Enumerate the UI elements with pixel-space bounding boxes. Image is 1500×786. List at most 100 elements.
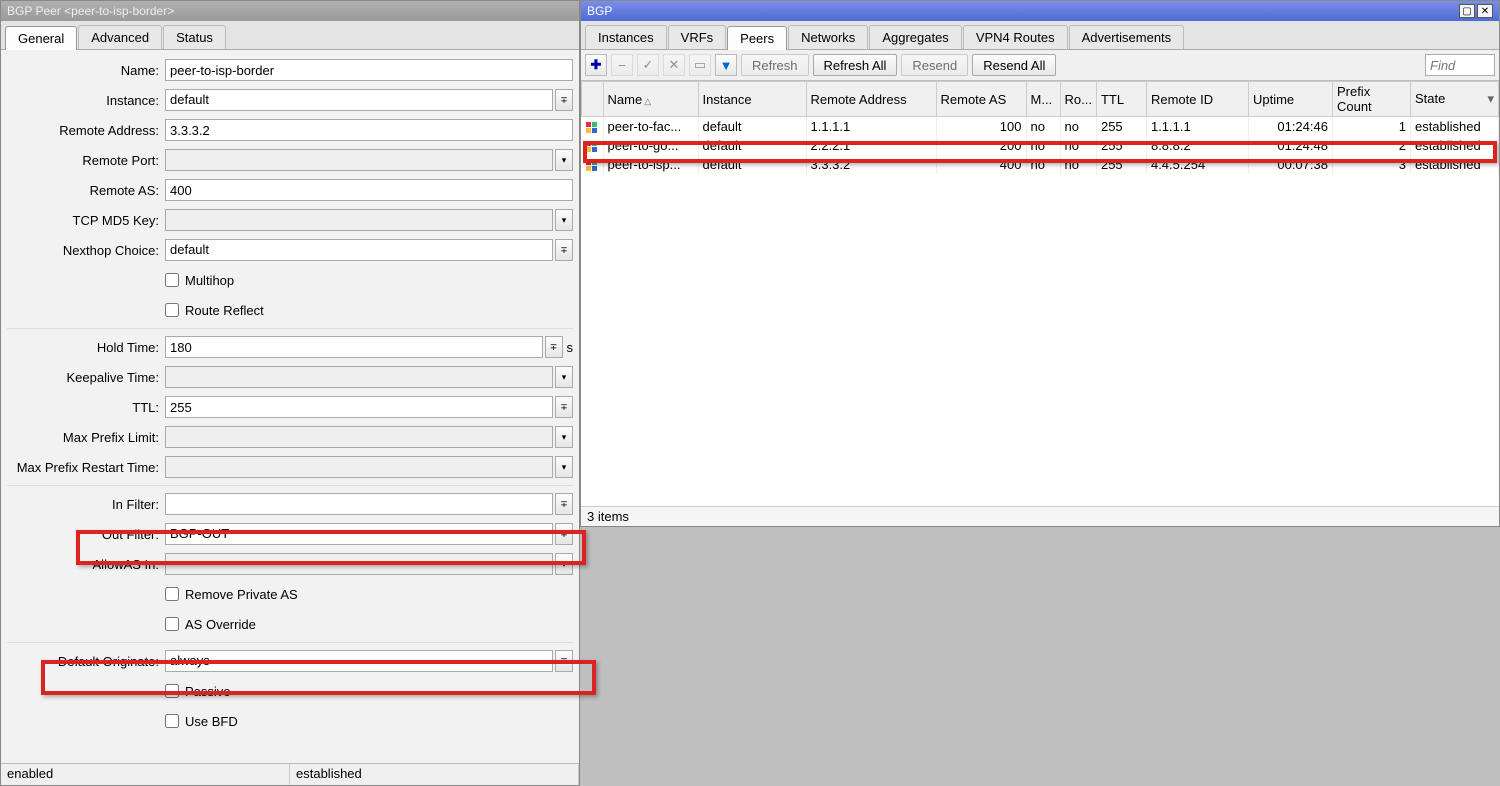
refresh-all-button[interactable]: Refresh All — [813, 54, 898, 76]
cell-instance: default — [698, 155, 806, 174]
tcp-md5-dropdown-icon[interactable]: ▾ — [555, 209, 573, 231]
cell-remote-as: 100 — [936, 117, 1026, 137]
divider — [7, 328, 573, 329]
tab-advanced[interactable]: Advanced — [78, 25, 162, 49]
cell-remote-addr: 1.1.1.1 — [806, 117, 936, 137]
tab-peers[interactable]: Peers — [727, 26, 787, 50]
hold-time-dropdown-icon[interactable]: ∓ — [545, 336, 563, 358]
col-remote-as[interactable]: Remote AS — [936, 82, 1026, 117]
col-instance[interactable]: Instance — [698, 82, 806, 117]
col-multihop[interactable]: M... — [1026, 82, 1060, 117]
peer-icon — [586, 160, 597, 171]
route-reflect-checkbox[interactable] — [165, 303, 179, 317]
peer-dialog-title: BGP Peer <peer-to-isp-border> — [7, 4, 174, 18]
passive-checkbox[interactable] — [165, 684, 179, 698]
ttl-input[interactable] — [165, 396, 553, 418]
multihop-checkbox[interactable] — [165, 273, 179, 287]
find-input[interactable] — [1425, 54, 1495, 76]
max-prefix-dropdown-icon[interactable]: ▾ — [555, 426, 573, 448]
allowas-input[interactable] — [165, 553, 553, 575]
peer-status-bar: enabled established — [1, 763, 579, 785]
tab-aggregates[interactable]: Aggregates — [869, 25, 962, 49]
cell-name: peer-to-isp... — [603, 155, 698, 174]
use-bfd-checkbox[interactable] — [165, 714, 179, 728]
table-row[interactable]: peer-to-go...default2.2.2.1200nono2558.8… — [582, 136, 1499, 155]
cell-prefix-count: 2 — [1332, 136, 1410, 155]
instance-select[interactable]: default — [165, 89, 553, 111]
out-filter-dropdown-icon[interactable]: ∓ — [555, 523, 573, 545]
tab-vpn4-routes[interactable]: VPN4 Routes — [963, 25, 1068, 49]
resend-button[interactable]: Resend — [901, 54, 968, 76]
passive-label: Passive — [185, 684, 231, 699]
remove-private-checkbox[interactable] — [165, 587, 179, 601]
allowas-dropdown-icon[interactable]: ▾ — [555, 553, 573, 575]
remote-port-input[interactable] — [165, 149, 553, 171]
column-menu-icon[interactable]: ▾ — [1487, 91, 1494, 107]
col-prefix-count[interactable]: Prefix Count — [1332, 82, 1410, 117]
close-button[interactable]: ✕ — [1477, 4, 1493, 18]
keepalive-dropdown-icon[interactable]: ▾ — [555, 366, 573, 388]
maximize-button[interactable]: ▢ — [1459, 4, 1475, 18]
as-override-checkbox[interactable] — [165, 617, 179, 631]
remove-button[interactable]: − — [611, 54, 633, 76]
col-ttl[interactable]: TTL — [1096, 82, 1146, 117]
out-filter-select[interactable]: BGP-OUT — [165, 523, 553, 545]
tab-general[interactable]: General — [5, 26, 77, 50]
bgp-titlebar[interactable]: BGP ▢ ✕ — [581, 1, 1499, 21]
col-uptime[interactable]: Uptime — [1248, 82, 1332, 117]
remote-port-dropdown-icon[interactable]: ▾ — [555, 149, 573, 171]
name-input[interactable] — [165, 59, 573, 81]
cell-multihop: no — [1026, 155, 1060, 174]
divider — [7, 642, 573, 643]
col-state[interactable]: State ▾ — [1410, 82, 1498, 117]
filter-icon[interactable]: ▼ — [715, 54, 737, 76]
max-prefix-restart-input[interactable] — [165, 456, 553, 478]
use-bfd-label: Use BFD — [185, 714, 238, 729]
comment-button[interactable]: ▭ — [689, 54, 711, 76]
remote-as-label: Remote AS: — [7, 183, 165, 198]
cell-ttl: 255 — [1096, 136, 1146, 155]
peer-dialog-titlebar[interactable]: BGP Peer <peer-to-isp-border> — [1, 1, 579, 21]
col-icon[interactable] — [582, 82, 604, 117]
instance-dropdown-icon[interactable]: ∓ — [555, 89, 573, 111]
col-remote-address[interactable]: Remote Address — [806, 82, 936, 117]
table-row[interactable]: peer-to-isp...default3.3.3.2400nono2554.… — [582, 155, 1499, 174]
table-row[interactable]: peer-to-fac...default1.1.1.1100nono2551.… — [582, 117, 1499, 137]
tab-vrfs[interactable]: VRFs — [668, 25, 727, 49]
status-established: established — [290, 764, 579, 785]
remove-private-label: Remove Private AS — [185, 587, 298, 602]
in-filter-dropdown-icon[interactable]: ∓ — [555, 493, 573, 515]
cell-remote-id: 4.4.5.254 — [1146, 155, 1248, 174]
nexthop-dropdown-icon[interactable]: ∓ — [555, 239, 573, 261]
keepalive-input[interactable] — [165, 366, 553, 388]
cell-multihop: no — [1026, 136, 1060, 155]
col-remote-id[interactable]: Remote ID — [1146, 82, 1248, 117]
in-filter-select[interactable] — [165, 493, 553, 515]
tab-networks[interactable]: Networks — [788, 25, 868, 49]
disable-button[interactable]: ✕ — [663, 54, 685, 76]
col-routereflect[interactable]: Ro... — [1060, 82, 1096, 117]
remote-as-input[interactable] — [165, 179, 573, 201]
enable-button[interactable]: ✓ — [637, 54, 659, 76]
ttl-dropdown-icon[interactable]: ∓ — [555, 396, 573, 418]
cell-routereflect: no — [1060, 155, 1096, 174]
default-originate-select[interactable]: always — [165, 650, 553, 672]
nexthop-select[interactable]: default — [165, 239, 553, 261]
cell-prefix-count: 3 — [1332, 155, 1410, 174]
tab-instances[interactable]: Instances — [585, 25, 667, 49]
resend-all-button[interactable]: Resend All — [972, 54, 1056, 76]
tcp-md5-input[interactable] — [165, 209, 553, 231]
cell-remote-addr: 2.2.2.1 — [806, 136, 936, 155]
default-originate-dropdown-icon[interactable]: ∓ — [555, 650, 573, 672]
hold-time-input[interactable] — [165, 336, 543, 358]
max-prefix-restart-dropdown-icon[interactable]: ▾ — [555, 456, 573, 478]
col-name[interactable]: Name△ — [603, 82, 698, 117]
tab-advertisements[interactable]: Advertisements — [1069, 25, 1185, 49]
remote-port-label: Remote Port: — [7, 153, 165, 168]
add-button[interactable]: ✚ — [585, 54, 607, 76]
max-prefix-input[interactable] — [165, 426, 553, 448]
remote-address-input[interactable] — [165, 119, 573, 141]
tab-status[interactable]: Status — [163, 25, 226, 49]
out-filter-label: Out Filter: — [7, 527, 165, 542]
refresh-button[interactable]: Refresh — [741, 54, 809, 76]
